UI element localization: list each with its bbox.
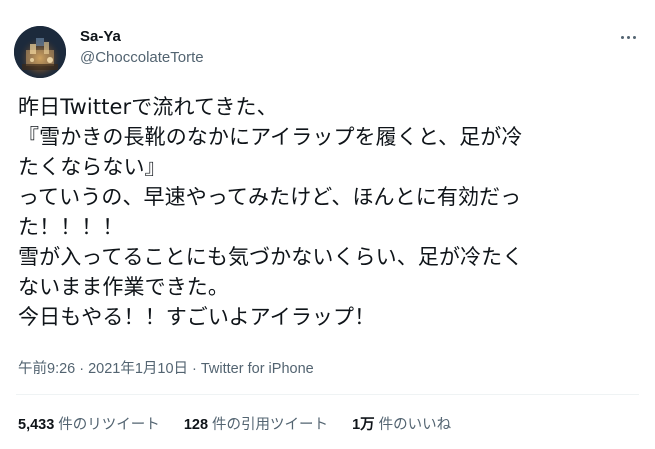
divider <box>16 394 639 395</box>
like-label: 件のいいね <box>378 417 452 433</box>
quote-count: 128 <box>183 417 209 433</box>
meta-separator: · <box>79 361 85 377</box>
quote-label: 件の引用ツイート <box>212 417 329 433</box>
avatar[interactable] <box>14 26 66 78</box>
tweet-stats: 5,433 件のリツイート 128 件の引用ツイート 1万 件のいいね <box>18 416 471 434</box>
like-count: 1万 <box>352 417 375 433</box>
meta-separator: · <box>192 361 197 377</box>
quotes-stat[interactable]: 128 件の引用ツイート <box>184 416 328 434</box>
tweet-meta: 午前9:26 · 2021年1月10日 · Twitter for iPhone <box>18 360 314 378</box>
tweet-line: ないまま作業できた。 <box>18 275 229 299</box>
tweet-date[interactable]: 2021年1月10日 <box>88 361 188 377</box>
tweet-line: た！！！！ <box>18 215 124 239</box>
author-block[interactable]: Sa-Ya @ChoccolateTorte <box>80 27 204 68</box>
tweet-line: 雪が入ってることにも気づかないくらい、足が冷たく <box>18 245 524 269</box>
tweet-line: っていうの、早速やってみたけど、ほんとに有効だっ <box>18 185 522 209</box>
likes-stat[interactable]: 1万 件のいいね <box>352 416 451 434</box>
tweet-line: たくならない』 <box>18 155 166 179</box>
tweet-line: 今日もやる！！すごいよアイラップ！ <box>18 305 376 329</box>
tweet-source[interactable]: Twitter for iPhone <box>201 361 314 377</box>
more-options-icon[interactable] <box>617 26 639 48</box>
retweets-stat[interactable]: 5,433 件のリツイート <box>18 416 160 434</box>
avatar-image <box>14 26 66 78</box>
retweet-count: 5,433 <box>18 417 55 433</box>
tweet: Sa-Ya @ChoccolateTorte 昨日Twitterで流れてきた、『… <box>0 0 655 449</box>
tweet-text: 昨日Twitterで流れてきた、『雪かきの長靴のなかにアイラップを履くと、足が冷… <box>18 92 643 332</box>
tweet-time[interactable]: 午前9:26 <box>18 361 75 377</box>
user-handle[interactable]: @ChoccolateTorte <box>80 48 204 68</box>
tweet-line: 『雪かきの長靴のなかにアイラップを履くと、足が冷 <box>18 125 523 149</box>
tweet-line: 昨日Twitterで流れてきた、 <box>18 95 278 119</box>
retweet-label: 件のリツイート <box>58 417 160 433</box>
display-name[interactable]: Sa-Ya <box>80 27 204 47</box>
